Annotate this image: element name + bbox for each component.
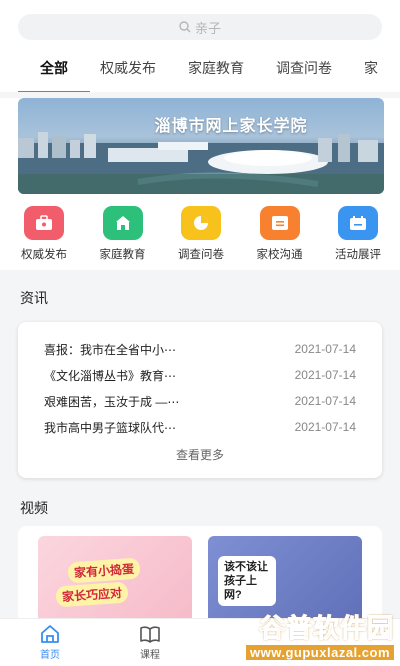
quick-home-school-label: 家校沟通 <box>256 249 303 261</box>
news-item-title: 我市高中男子篮球队代⋯ <box>44 420 177 435</box>
search-icon <box>179 21 191 33</box>
search-placeholder: 亲子 <box>194 20 221 36</box>
message-icon <box>259 206 300 240</box>
pie-chart-icon <box>181 206 221 240</box>
news-item[interactable]: 我市高中男子篮球队代⋯ 2021-07-14 <box>44 414 356 440</box>
banner-title: 淄博市网上家长学院 <box>154 118 308 135</box>
quick-home-school[interactable]: 家校沟通 <box>248 206 312 262</box>
news-item-date: 2021-07-14 <box>294 420 356 434</box>
news-card: 喜报：我市在全省中小⋯ 2021-07-14 《文化淄博丛书》教育⋯ 2021-… <box>18 322 382 478</box>
tab-all[interactable]: 全部 <box>18 58 90 92</box>
search-bar[interactable]: 亲子 <box>18 14 382 40</box>
book-icon <box>140 626 160 643</box>
news-item-title: 《文化淄博丛书》教育⋯ <box>44 368 177 383</box>
news-item-date: 2021-07-14 <box>294 368 356 382</box>
tabbar-courses[interactable]: 课程 <box>100 619 200 666</box>
tab-survey[interactable]: 调查问卷 <box>274 58 334 78</box>
watermark-logo-text: 谷普软件园 <box>258 613 394 644</box>
news-item-title: 艰难困苦，玉汝于成 —⋯ <box>44 394 180 409</box>
quick-survey-label: 调查问卷 <box>178 249 224 261</box>
news-item[interactable]: 艰难困苦，玉汝于成 —⋯ 2021-07-14 <box>44 388 356 414</box>
banner[interactable]: 淄博市网上家长学院 <box>18 98 384 194</box>
quick-authority[interactable]: 权威发布 <box>12 206 76 262</box>
tabbar-home[interactable]: 首页 <box>0 619 100 666</box>
quick-family-education[interactable]: 家庭教育 <box>91 206 155 262</box>
calendar-icon <box>338 206 378 240</box>
view-more-link[interactable]: 查看更多 <box>44 446 356 463</box>
tab-family-education[interactable]: 家庭教育 <box>186 58 246 78</box>
tab-authority[interactable]: 权威发布 <box>98 58 158 78</box>
news-section-title: 资讯 <box>20 290 48 306</box>
video-thumbnail-subtitle: 家长巧应对 <box>55 581 129 608</box>
video-thumbnail-title: 该不该让孩子上网? <box>218 556 276 606</box>
quick-family-education-label: 家庭教育 <box>99 249 146 261</box>
briefcase-icon <box>24 206 64 240</box>
quick-authority-label: 权威发布 <box>21 249 67 261</box>
video-section-title: 视频 <box>20 500 48 516</box>
top-area: 亲子 全部 权威发布 家庭教育 调查问卷 家 <box>0 0 400 92</box>
video-thumbnail[interactable]: 家有小捣蛋 家长巧应对 <box>38 536 192 626</box>
quick-activity-label: 活动展评 <box>335 249 381 261</box>
tab-more[interactable]: 家 <box>362 58 380 78</box>
quick-activity[interactable]: 活动展评 <box>326 206 390 262</box>
tabbar-home-label: 首页 <box>40 650 60 661</box>
tabbar-courses-label: 课程 <box>140 650 160 661</box>
watermark-url: www.gupuxlazal.com <box>246 645 394 660</box>
news-item-date: 2021-07-14 <box>294 342 356 356</box>
category-tabs: 全部 权威发布 家庭教育 调查问卷 家 <box>18 44 382 92</box>
news-item-date: 2021-07-14 <box>294 394 356 408</box>
news-item-title: 喜报：我市在全省中小⋯ <box>44 342 177 357</box>
quick-actions: 权威发布 家庭教育 调查问卷 家校沟通 活动展评 <box>0 196 400 270</box>
video-thumbnail-title: 家有小捣蛋 <box>67 557 141 584</box>
home-icon <box>102 206 143 240</box>
quick-survey[interactable]: 调查问卷 <box>169 206 233 262</box>
home-icon <box>41 625 59 643</box>
watermark: 谷普软件园 www.gupuxlazal.com <box>246 608 394 660</box>
news-item[interactable]: 喜报：我市在全省中小⋯ 2021-07-14 <box>44 336 356 362</box>
news-item[interactable]: 《文化淄博丛书》教育⋯ 2021-07-14 <box>44 362 356 388</box>
